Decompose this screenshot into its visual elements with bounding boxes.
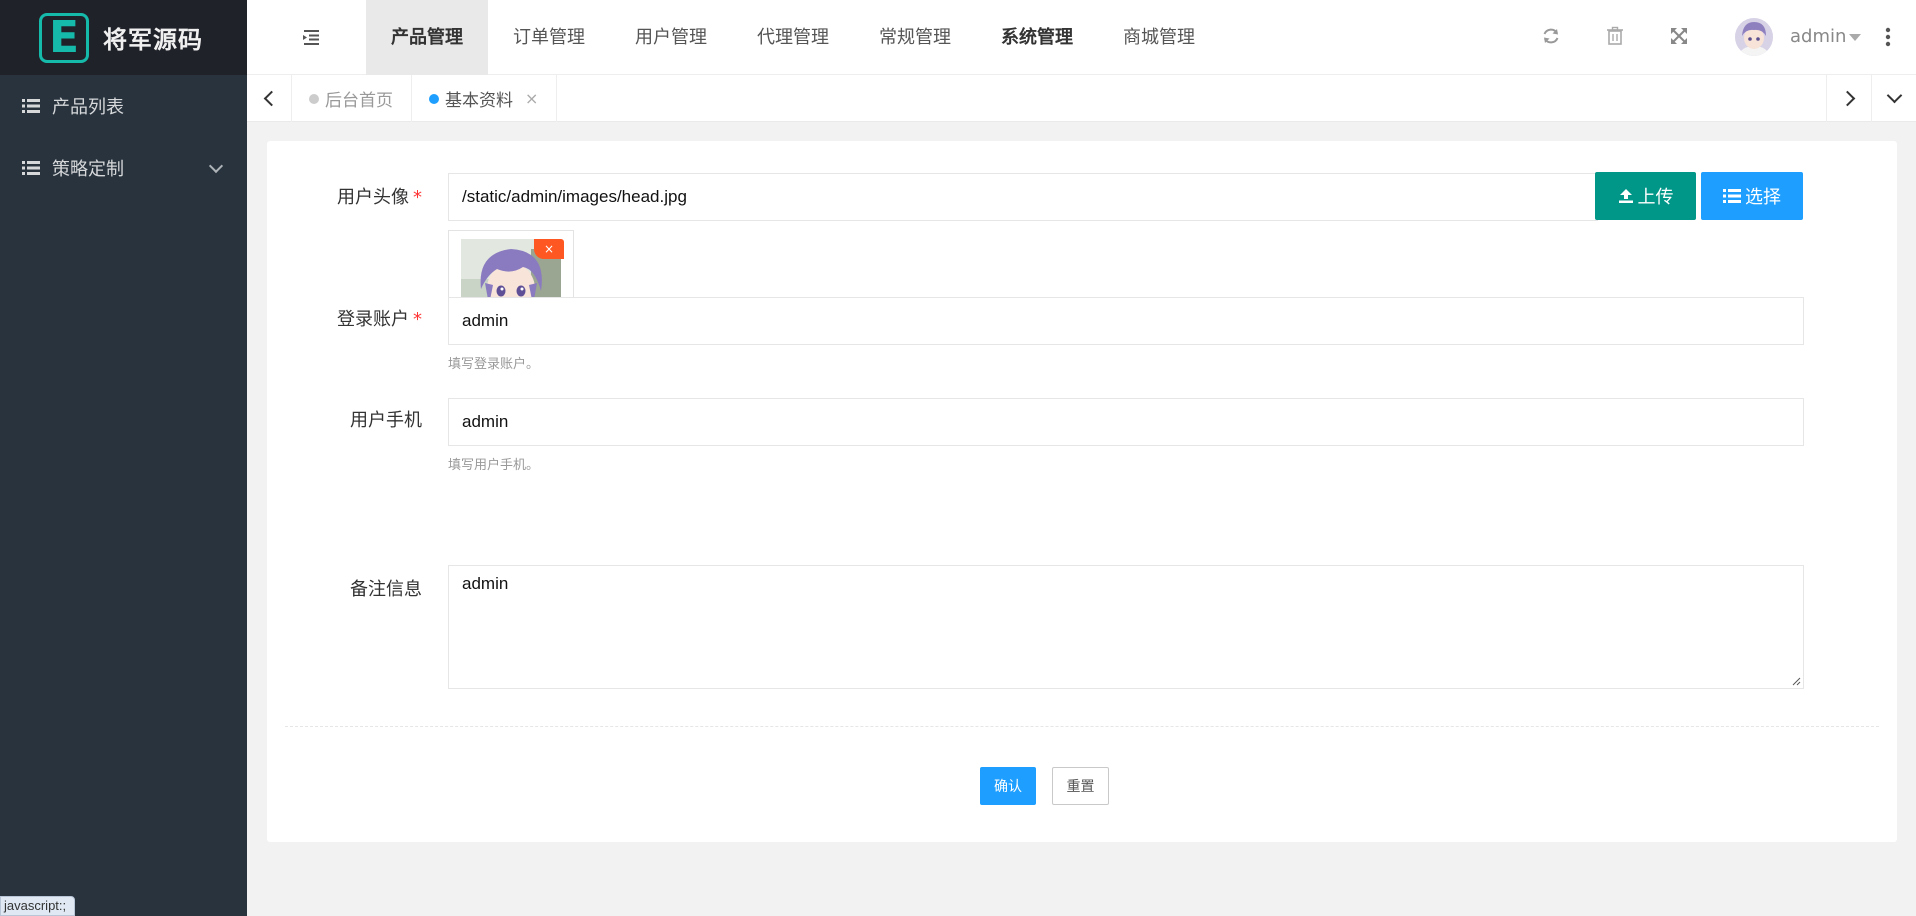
logo[interactable]: E 将军源码 bbox=[0, 0, 247, 75]
avatar-label: 用户头像 * bbox=[332, 183, 422, 209]
tabs-scroll-left-button[interactable] bbox=[247, 75, 292, 122]
upload-label: 上传 bbox=[1637, 187, 1674, 208]
nav-mall[interactable]: 商城管理 bbox=[1098, 0, 1220, 75]
chevron-down-icon bbox=[208, 158, 224, 174]
sidebar-item-label: 策略定制 bbox=[52, 159, 124, 180]
page-tabs: 后台首页 基本资料 × bbox=[292, 75, 558, 122]
account-label: 登录账户 * bbox=[332, 305, 422, 331]
list-icon bbox=[22, 99, 40, 113]
caret-down-icon[interactable] bbox=[1849, 34, 1861, 41]
resize-handle-icon[interactable] bbox=[1792, 677, 1801, 686]
nav-product[interactable]: 产品管理 bbox=[366, 0, 488, 75]
user-name[interactable]: admin bbox=[1790, 26, 1846, 47]
phone-hint: 填写用户手机。 bbox=[448, 458, 540, 473]
remove-avatar-button[interactable]: × bbox=[534, 239, 564, 259]
tab-profile[interactable]: 基本资料 × bbox=[412, 75, 558, 122]
tab-label: 基本资料 bbox=[445, 91, 513, 111]
refresh-icon[interactable] bbox=[1540, 25, 1562, 47]
top-header: 产品管理 订单管理 用户管理 代理管理 常规管理 系统管理 商城管理 admin bbox=[247, 0, 1916, 75]
phone-input[interactable]: admin bbox=[448, 398, 1804, 446]
logo-mark: E bbox=[39, 12, 89, 63]
fullscreen-icon[interactable] bbox=[1668, 25, 1690, 47]
top-nav: 产品管理 订单管理 用户管理 代理管理 常规管理 系统管理 商城管理 bbox=[366, 0, 1220, 75]
status-bar-url: javascript:; bbox=[0, 896, 76, 916]
confirm-button[interactable]: 确认 bbox=[980, 767, 1036, 805]
sidebar-item-product-list[interactable]: 产品列表 bbox=[0, 75, 247, 137]
select-button[interactable]: 选择 bbox=[1701, 172, 1803, 220]
sidebar-item-strategy[interactable]: 策略定制 bbox=[0, 137, 247, 199]
account-hint: 填写登录账户。 bbox=[448, 357, 540, 372]
phone-label: 用户手机 bbox=[350, 410, 422, 431]
upload-button[interactable]: 上传 bbox=[1595, 172, 1696, 220]
avatar-path-input[interactable]: /static/admin/images/head.jpg bbox=[448, 173, 1598, 221]
nav-order[interactable]: 订单管理 bbox=[488, 0, 610, 75]
required-mark: * bbox=[413, 187, 422, 208]
nav-user[interactable]: 用户管理 bbox=[610, 0, 732, 75]
close-icon[interactable]: × bbox=[525, 89, 538, 108]
select-label: 选择 bbox=[1745, 187, 1781, 208]
nav-general[interactable]: 常规管理 bbox=[854, 0, 976, 75]
sidebar-item-label: 产品列表 bbox=[52, 97, 124, 118]
required-mark: * bbox=[413, 309, 422, 330]
sidebar: E 将军源码 产品列表 策略定制 bbox=[0, 0, 247, 916]
menu-collapse-icon[interactable] bbox=[301, 28, 321, 46]
upload-icon bbox=[1618, 189, 1633, 203]
chevron-right-icon bbox=[1839, 90, 1855, 107]
form-divider bbox=[285, 726, 1879, 727]
tab-home[interactable]: 后台首页 bbox=[292, 75, 412, 122]
remark-label: 备注信息 bbox=[350, 579, 422, 600]
account-label-text: 登录账户 bbox=[337, 309, 409, 330]
chevron-down-icon bbox=[1886, 87, 1902, 104]
trash-icon[interactable] bbox=[1604, 25, 1626, 47]
list-icon bbox=[1723, 189, 1741, 203]
avatar-label-text: 用户头像 bbox=[337, 187, 409, 208]
tab-dot bbox=[429, 93, 439, 104]
nav-agent[interactable]: 代理管理 bbox=[732, 0, 854, 75]
avatar[interactable] bbox=[1735, 18, 1773, 56]
tabs-scroll-right-button[interactable] bbox=[1826, 75, 1871, 122]
account-input[interactable]: admin bbox=[448, 297, 1804, 345]
profile-form-card: 用户头像 * /static/admin/images/head.jpg 上传 选… bbox=[267, 141, 1897, 842]
logo-text: 将军源码 bbox=[103, 26, 203, 54]
tabs-bar: 后台首页 基本资料 × bbox=[247, 75, 1916, 122]
chevron-left-icon bbox=[263, 90, 279, 107]
tab-label: 后台首页 bbox=[325, 91, 393, 111]
reset-button[interactable]: 重置 bbox=[1052, 767, 1109, 805]
list-icon bbox=[22, 161, 40, 175]
more-icon[interactable] bbox=[1885, 26, 1891, 48]
remark-textarea[interactable]: admin bbox=[448, 565, 1804, 689]
remark-value: admin bbox=[462, 574, 509, 593]
tabs-menu-button[interactable] bbox=[1871, 75, 1916, 122]
tab-dot bbox=[309, 93, 319, 104]
nav-system[interactable]: 系统管理 bbox=[976, 0, 1098, 75]
